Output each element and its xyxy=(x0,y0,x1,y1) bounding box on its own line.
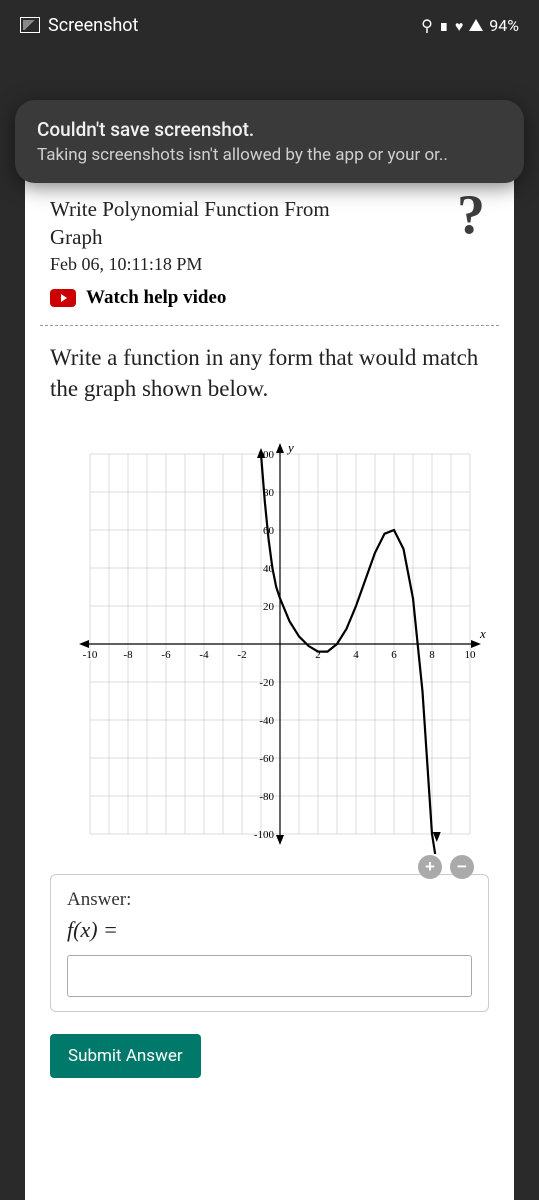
svg-text:10: 10 xyxy=(465,649,477,661)
svg-text:-4: -4 xyxy=(199,649,209,661)
svg-text:x: x xyxy=(479,626,486,641)
toast-title: Couldn't save screenshot. xyxy=(37,118,502,141)
submit-answer-button[interactable]: Submit Answer xyxy=(50,1034,201,1078)
help-icon[interactable]: ? xyxy=(457,187,485,243)
polynomial-graph: -10-8-6-4-2246810-100-80-60-40-202040608… xyxy=(50,434,490,854)
separator xyxy=(40,325,499,326)
svg-text:20: 20 xyxy=(263,601,275,613)
svg-text:6: 6 xyxy=(391,649,397,661)
instruction-text: Write a function in any form that would … xyxy=(50,342,489,404)
svg-text:8: 8 xyxy=(429,649,435,661)
svg-text:-2: -2 xyxy=(237,649,246,661)
status-left: Screenshot xyxy=(20,15,138,36)
status-bar: Screenshot ⚲ ∎ 94% xyxy=(0,0,539,50)
answer-label: Answer: xyxy=(67,889,472,911)
fx-label: f(x) = xyxy=(67,917,472,943)
watch-help-link[interactable]: Watch help video xyxy=(50,287,489,309)
battery-percent: 94% xyxy=(489,16,519,35)
svg-text:-8: -8 xyxy=(123,649,133,661)
svg-text:-20: -20 xyxy=(259,677,274,689)
answer-input[interactable] xyxy=(67,955,472,997)
video-play-icon xyxy=(50,289,76,307)
svg-text:-100: -100 xyxy=(254,829,275,841)
svg-text:y: y xyxy=(286,440,294,455)
watch-help-label: Watch help video xyxy=(86,287,226,309)
svg-text:-10: -10 xyxy=(83,649,98,661)
bluetooth-icon: ⚲ xyxy=(421,16,433,35)
status-right: ⚲ ∎ 94% xyxy=(421,16,519,35)
problem-timestamp: Feb 06, 10:11:18 PM xyxy=(50,254,489,275)
signal-icon xyxy=(469,19,483,31)
main-content: ? Write Polynomial Function From Graph F… xyxy=(25,175,514,1200)
status-title: Screenshot xyxy=(48,15,138,36)
heart-icon xyxy=(455,16,463,35)
svg-text:-80: -80 xyxy=(259,791,274,803)
toast-body: Taking screenshots isn't allowed by the … xyxy=(37,145,502,165)
vibrate-icon: ∎ xyxy=(439,16,449,35)
add-button[interactable]: + xyxy=(418,855,442,879)
svg-text:-60: -60 xyxy=(259,753,274,765)
svg-text:-6: -6 xyxy=(161,649,171,661)
svg-text:-40: -40 xyxy=(259,715,274,727)
problem-header: ? Write Polynomial Function From Graph F… xyxy=(50,195,489,309)
pm-controls: + − xyxy=(418,855,474,879)
remove-button[interactable]: − xyxy=(450,855,474,879)
image-icon xyxy=(20,17,40,33)
svg-text:4: 4 xyxy=(353,649,359,661)
problem-title: Write Polynomial Function From Graph xyxy=(50,195,350,252)
toast-notification: Couldn't save screenshot. Taking screens… xyxy=(15,100,524,183)
answer-section: + − Answer: f(x) = xyxy=(50,874,489,1012)
